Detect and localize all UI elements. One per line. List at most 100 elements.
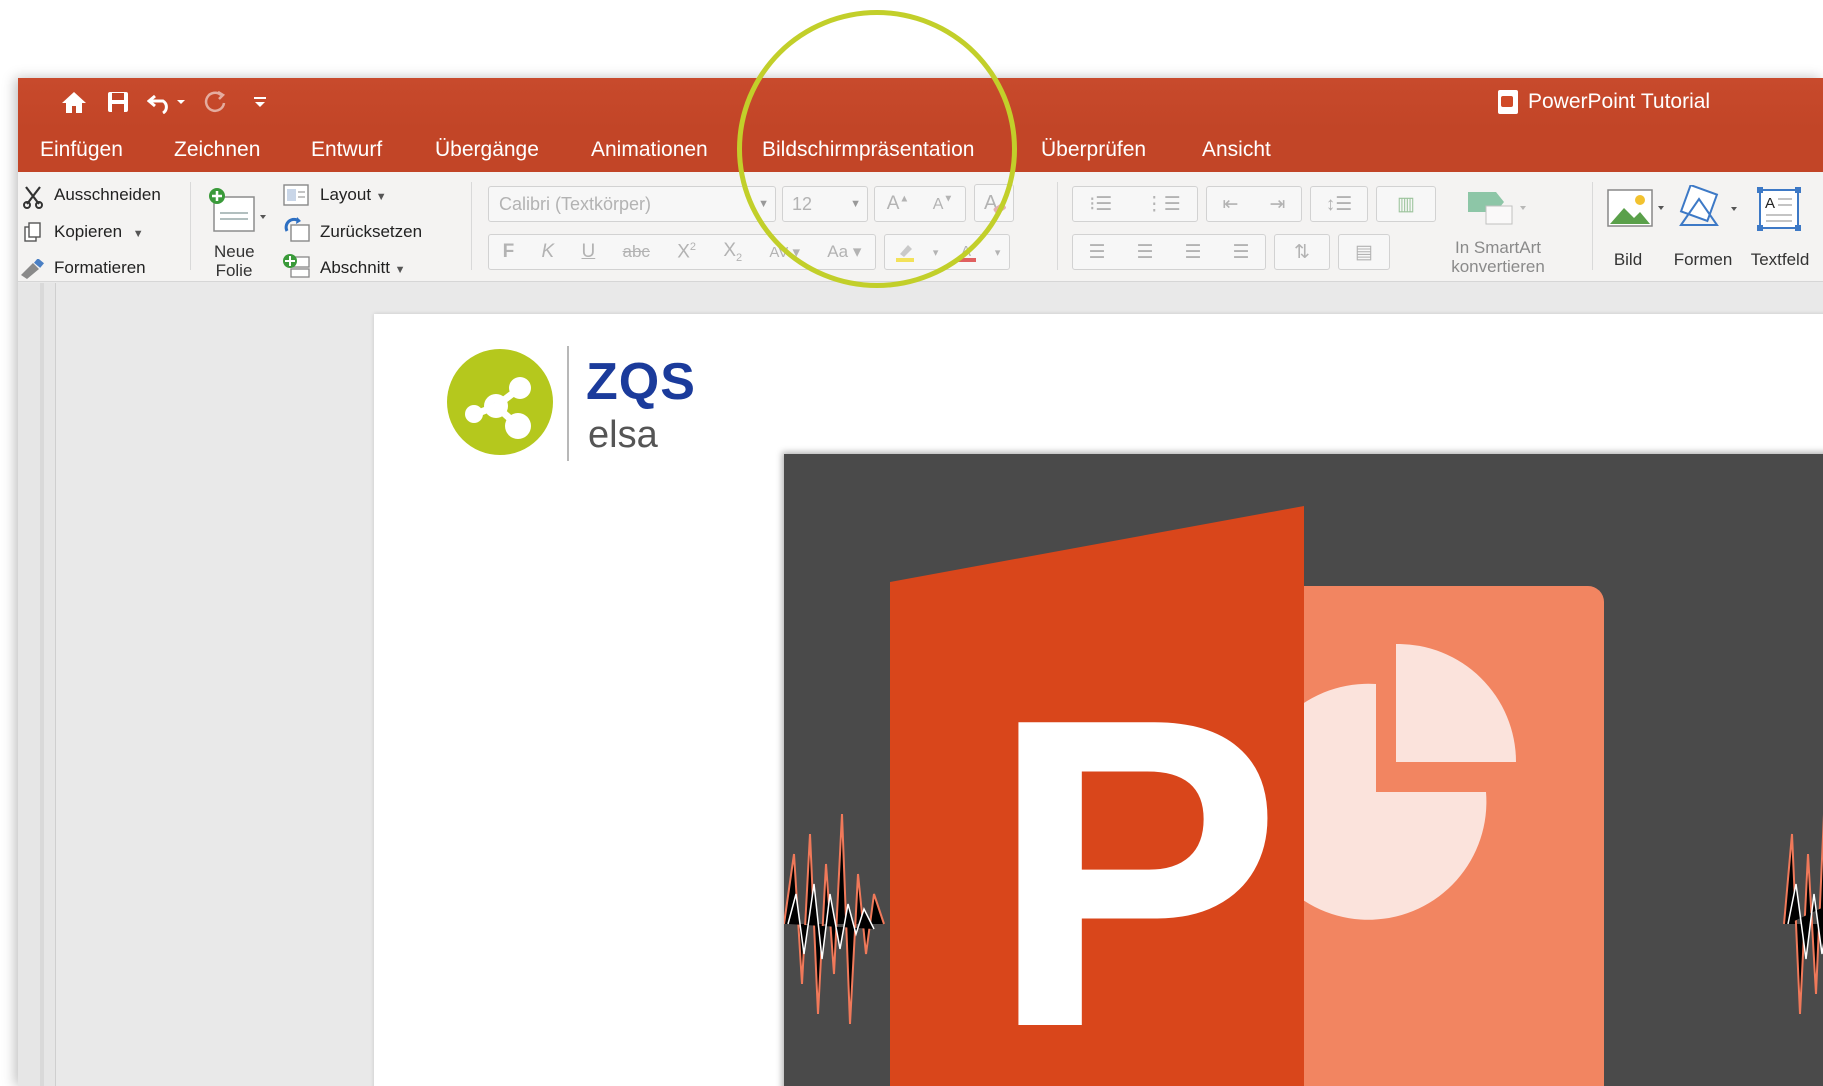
logo-divider <box>567 346 569 461</box>
save-icon[interactable] <box>100 84 136 120</box>
svg-text:A: A <box>1765 195 1775 212</box>
slide-canvas[interactable]: ZQS elsa P <box>374 314 1823 1086</box>
customize-toolbar-icon[interactable] <box>246 84 274 120</box>
section-label: Abschnitt <box>320 258 390 277</box>
character-spacing-button[interactable]: AV ▾ <box>769 243 800 261</box>
list-buttons: ⁝☰ ⋮☰ <box>1072 186 1198 222</box>
font-size-steppers: A▲ A▼ <box>874 186 966 222</box>
powerpoint-window: PowerPoint Tutorial Einfügen Zeichnen En… <box>18 78 1823 1086</box>
decrease-indent-icon[interactable]: ⇤ <box>1223 193 1239 216</box>
powerpoint-document-icon <box>1498 90 1518 114</box>
superscript-button[interactable]: X2 <box>677 241 696 263</box>
shrink-font-button[interactable]: A▼ <box>933 193 954 215</box>
increase-indent-icon[interactable]: ⇥ <box>1270 193 1286 216</box>
format-painter-icon <box>18 256 46 282</box>
font-name-select[interactable]: Calibri (Textkörper) ▼ <box>488 186 776 222</box>
tab-animationen[interactable]: Animationen <box>591 138 708 162</box>
section-icon <box>282 252 312 280</box>
copy-dropdown-arrow-icon[interactable]: ▼ <box>133 228 144 240</box>
tab-uebergaenge[interactable]: Übergänge <box>435 138 539 162</box>
zqs-logo-icon <box>446 348 554 456</box>
font-color-dropdown-icon[interactable]: ▾ <box>995 246 1001 259</box>
highlight-color-button[interactable] <box>894 242 916 262</box>
layout-label: Layout <box>320 185 372 204</box>
color-buttons: ▾ A ▾ <box>884 234 1010 270</box>
scissors-icon <box>20 184 46 210</box>
group-separator <box>190 182 191 270</box>
format-painter-button[interactable]: Formatieren <box>54 258 146 278</box>
logo-sub-text: elsa <box>588 414 658 456</box>
logo-brand-text: ZQS <box>586 353 696 411</box>
clear-formatting-icon: A <box>984 192 1006 215</box>
copy-label: Kopieren <box>54 222 123 241</box>
cut-button[interactable]: Ausschneiden <box>54 185 161 205</box>
smartart-icon <box>1462 186 1532 230</box>
bullet-list-icon[interactable]: ⁝☰ <box>1089 193 1112 216</box>
reset-icon <box>282 216 312 244</box>
line-spacing-icon: ↕☰ <box>1325 193 1353 215</box>
shapes-icon <box>1674 184 1746 234</box>
new-slide-label: Neue Folie <box>214 242 255 280</box>
textbox-button[interactable]: Textfeld <box>1740 250 1820 269</box>
italic-button[interactable]: K <box>542 241 555 263</box>
layout-icon <box>282 182 310 208</box>
reset-button[interactable]: Zurücksetzen <box>320 222 422 242</box>
align-text-button[interactable]: ▤ <box>1338 234 1390 270</box>
layout-dropdown-arrow-icon[interactable]: ▼ <box>376 191 387 203</box>
tab-zeichnen[interactable]: Zeichnen <box>174 138 260 162</box>
align-left-icon[interactable]: ☰ <box>1088 241 1105 264</box>
font-name-value: Calibri (Textkörper) <box>499 193 652 214</box>
change-case-button[interactable]: Aa ▾ <box>827 242 861 262</box>
powerpoint-artwork-image[interactable]: P <box>784 454 1823 1086</box>
slide-thumbnail-panel[interactable] <box>18 283 56 1086</box>
text-direction-button[interactable]: ⇅ <box>1274 234 1330 270</box>
numbered-list-icon[interactable]: ⋮☰ <box>1145 193 1181 216</box>
font-size-dropdown-icon: ▼ <box>850 198 861 210</box>
bold-button[interactable]: F <box>503 241 515 263</box>
font-name-dropdown-icon: ▼ <box>758 198 769 210</box>
group-separator <box>471 182 472 270</box>
tab-ueberpruefen[interactable]: Überprüfen <box>1041 138 1146 162</box>
tab-bildschirmpraesentation[interactable]: Bildschirmpräsentation <box>762 138 974 162</box>
clear-formatting-button[interactable]: A <box>974 184 1014 222</box>
justify-icon[interactable]: ☰ <box>1232 241 1249 264</box>
grow-font-button[interactable]: A▲ <box>887 193 910 215</box>
columns-button[interactable]: ▥ <box>1376 186 1436 222</box>
font-color-button[interactable]: A <box>956 241 978 263</box>
line-spacing-button[interactable]: ↕☰ <box>1310 186 1368 222</box>
layout-button[interactable]: Layout ▼ <box>320 185 387 205</box>
subscript-button[interactable]: X2 <box>723 240 742 264</box>
convert-smartart-button[interactable]: In SmartArt konvertieren <box>1418 238 1578 276</box>
title-bar: PowerPoint Tutorial <box>18 78 1823 128</box>
font-size-value: 12 <box>792 193 813 214</box>
columns-icon: ▥ <box>1397 193 1415 215</box>
new-slide-button[interactable] <box>206 186 270 236</box>
group-separator <box>1057 182 1058 270</box>
section-dropdown-arrow-icon[interactable]: ▼ <box>395 264 406 276</box>
alignment-buttons: ☰ ☰ ☰ ☰ <box>1072 234 1266 270</box>
undo-icon[interactable] <box>143 84 191 120</box>
strikethrough-button[interactable]: abc <box>623 242 650 262</box>
tab-entwurf[interactable]: Entwurf <box>311 138 382 162</box>
ribbon-tabs: Einfügen Zeichnen Entwurf Übergänge Anim… <box>18 128 1823 172</box>
document-title: PowerPoint Tutorial <box>1498 90 1710 114</box>
highlight-dropdown-icon[interactable]: ▾ <box>933 246 939 259</box>
redo-icon[interactable] <box>198 84 234 120</box>
align-center-icon[interactable]: ☰ <box>1136 241 1153 264</box>
document-title-text: PowerPoint Tutorial <box>1528 90 1711 113</box>
tab-ansicht[interactable]: Ansicht <box>1202 138 1271 162</box>
align-right-icon[interactable]: ☰ <box>1184 241 1201 264</box>
ppt-letter: P <box>989 628 1283 1086</box>
font-size-select[interactable]: 12 ▼ <box>782 186 868 222</box>
underline-button[interactable]: U <box>582 241 596 263</box>
indent-buttons: ⇤ ⇥ <box>1206 186 1302 222</box>
home-icon[interactable] <box>56 84 92 120</box>
shapes-button[interactable]: Formen <box>1670 250 1736 269</box>
copy-button[interactable]: Kopieren ▼ <box>54 222 144 242</box>
section-button[interactable]: Abschnitt ▼ <box>320 258 406 278</box>
ribbon-toolbar: Ausschneiden Kopieren ▼ Formatieren Neue… <box>18 172 1823 282</box>
align-text-icon: ▤ <box>1355 241 1373 263</box>
picture-button[interactable]: Bild <box>1592 250 1664 269</box>
tab-einfuegen[interactable]: Einfügen <box>40 138 123 162</box>
copy-icon <box>20 220 46 246</box>
